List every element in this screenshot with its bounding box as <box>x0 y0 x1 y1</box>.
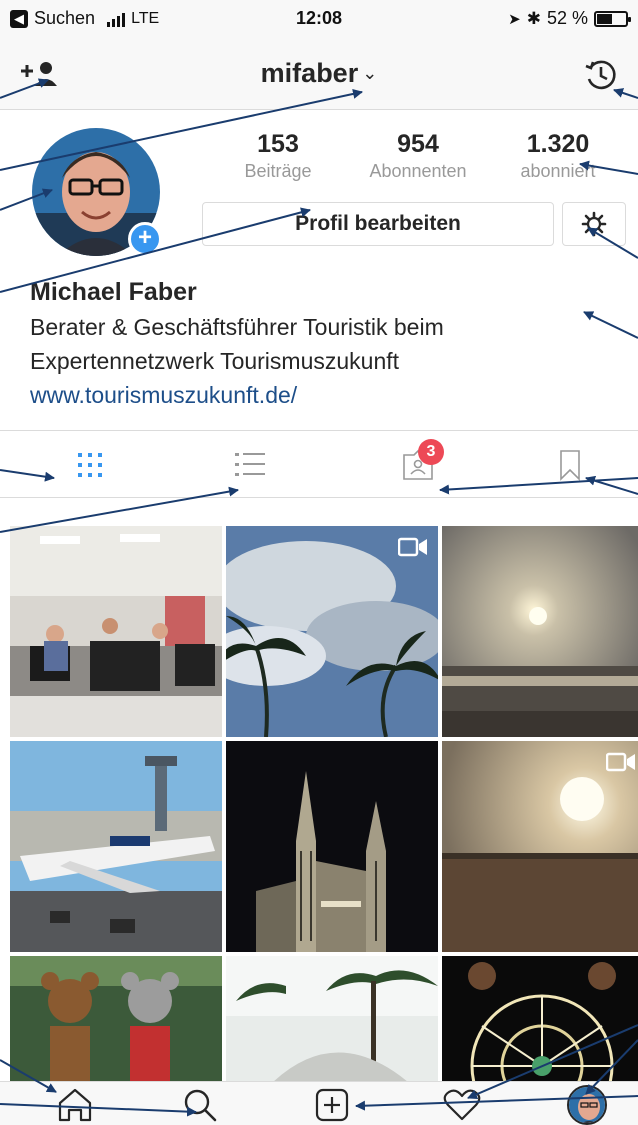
grid-post[interactable] <box>10 526 222 737</box>
tab-grid[interactable] <box>60 439 120 491</box>
username-switcher[interactable]: mifaber ⌄ <box>0 58 638 89</box>
profile-name: Michael Faber <box>30 278 197 306</box>
stat-label: Abonnenten <box>369 161 467 181</box>
bluetooth-icon: ✱ <box>526 8 541 28</box>
grid-post[interactable] <box>226 526 438 737</box>
search-icon <box>184 1089 217 1122</box>
grid-post[interactable] <box>442 526 638 737</box>
gear-icon <box>581 211 607 237</box>
status-bar: ◀ Suchen LTE 12:08 ➤ ✱ 52 % <box>0 0 638 40</box>
profile-stats: 153 Beiträge 954 Abonnenten 1.320 abonni… <box>218 130 618 182</box>
profile-avatar <box>567 1085 607 1125</box>
ferris-wheel-lights-photo <box>442 956 638 1081</box>
grid-post[interactable] <box>10 956 222 1081</box>
username-label: mifaber <box>260 58 359 88</box>
tagged-count-badge: 3 <box>418 439 444 465</box>
signal-strength-icon <box>107 11 126 27</box>
status-right: ➤ ✱ 52 % <box>508 8 631 29</box>
tab-home[interactable] <box>53 1086 97 1124</box>
chevron-down-icon: ⌄ <box>362 63 378 83</box>
grid-post[interactable] <box>10 741 222 952</box>
profile-bio: Michael Faber Berater & Geschäftsführer … <box>30 276 630 412</box>
palm-garden-photo <box>226 956 438 1081</box>
add-post-icon <box>315 1088 349 1122</box>
grid-post[interactable] <box>442 956 638 1081</box>
status-left: ◀ Suchen LTE <box>10 8 159 29</box>
profile-header: mifaber ⌄ <box>0 40 638 110</box>
grid-post[interactable] <box>442 741 638 952</box>
sunset-beach-photo <box>442 526 638 737</box>
stat-value: 153 <box>257 130 299 158</box>
edit-profile-button[interactable]: Profil bearbeiten <box>202 202 554 246</box>
tab-activity[interactable] <box>440 1086 484 1124</box>
stat-value: 954 <box>397 130 439 158</box>
tab-tagged[interactable]: 3 <box>388 439 448 491</box>
bio-text: Berater & Geschäftsführer Touristik beim… <box>30 314 444 374</box>
stat-posts[interactable]: 153 Beiträge <box>218 130 338 182</box>
website-link[interactable]: www.tourismuszukunft.de/ <box>30 378 630 412</box>
settings-button[interactable] <box>562 202 626 246</box>
list-view-icon <box>235 453 265 476</box>
archive-button[interactable] <box>578 54 624 96</box>
tab-profile[interactable] <box>565 1085 609 1125</box>
airplane-airport-photo <box>10 741 222 952</box>
teddy-bears-photo <box>10 956 222 1081</box>
grid-view-icon <box>78 453 102 477</box>
video-icon <box>398 536 428 558</box>
stat-following[interactable]: 1.320 abonniert <box>498 130 618 182</box>
grid-post[interactable] <box>226 741 438 952</box>
activity-heart-icon <box>443 1089 481 1121</box>
stat-value: 1.320 <box>526 130 590 158</box>
video-icon <box>606 751 636 773</box>
back-to-app-icon[interactable]: ◀ <box>10 9 28 28</box>
carrier-label: Suchen <box>34 8 96 28</box>
bottom-tab-bar <box>0 1081 638 1125</box>
tab-new-post[interactable] <box>310 1086 354 1124</box>
stat-label: Beiträge <box>244 161 312 181</box>
posts-grid <box>10 526 638 1081</box>
add-story-button[interactable]: + <box>128 222 162 256</box>
seminar-room-photo <box>10 526 222 737</box>
profile-view-tabs: 3 <box>0 430 638 498</box>
battery-percent: 52 % <box>546 8 588 28</box>
tab-saved[interactable] <box>540 439 600 491</box>
battery-fill <box>597 13 612 24</box>
home-icon <box>58 1088 92 1122</box>
archive-history-icon <box>585 60 616 90</box>
grid-post[interactable] <box>226 956 438 1081</box>
tab-search[interactable] <box>178 1086 222 1124</box>
profile-avatar-large[interactable]: + <box>32 128 162 258</box>
battery-icon <box>594 10 631 27</box>
saved-bookmark-icon <box>560 450 580 481</box>
stat-label: abonniert <box>520 161 596 181</box>
tab-list[interactable] <box>220 439 280 491</box>
stat-followers[interactable]: 954 Abonnenten <box>358 130 478 182</box>
location-icon: ➤ <box>508 10 521 28</box>
cathedral-night-photo <box>226 741 438 952</box>
network-label: LTE <box>131 9 160 27</box>
